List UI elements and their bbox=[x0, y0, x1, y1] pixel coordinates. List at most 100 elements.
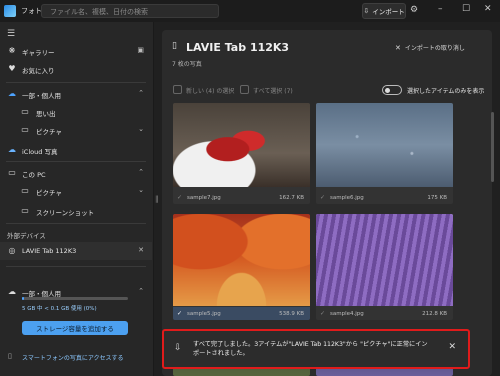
phone-icon: ▯ bbox=[8, 352, 12, 360]
photo-meta: ✓ sample5.jpg 538.9 KB bbox=[173, 307, 310, 320]
gallery-icon: ❋ bbox=[8, 46, 16, 55]
show-selected-toggle[interactable] bbox=[382, 85, 402, 95]
sidebar-item-label: ギャラリー bbox=[22, 49, 55, 57]
photo-thumbnail bbox=[316, 214, 453, 306]
folder-icon: ▭ bbox=[21, 186, 29, 195]
chevron-up-icon[interactable]: ⌃ bbox=[138, 168, 144, 176]
select-all-label: すべて選択 (7) bbox=[253, 88, 293, 95]
photo-card[interactable]: ✓ sample5.jpg 538.9 KB bbox=[173, 214, 310, 320]
storage-usage-text: 5 GB 中 < 0.1 GB 使用 (0%) bbox=[22, 306, 97, 312]
folder-icon: ▭ bbox=[21, 206, 29, 215]
photo-card[interactable]: ✓ sample7.jpg 162.7 KB bbox=[173, 103, 310, 204]
sidebar-item-label: スクリーンショット bbox=[36, 209, 95, 217]
sidebar-item-label: ピクチャ bbox=[36, 128, 62, 136]
sidebar-item-pictures-pc[interactable]: ▭ ピクチャ ⌄ bbox=[0, 182, 152, 200]
resize-handle[interactable]: ‖ bbox=[155, 195, 159, 203]
close-icon[interactable]: ✕ bbox=[448, 342, 456, 352]
import-icon: ⇩ bbox=[363, 7, 370, 15]
import-label: インポート bbox=[372, 8, 405, 16]
heart-icon: ♥ bbox=[8, 64, 16, 73]
eject-close-icon[interactable]: ✕ bbox=[138, 246, 144, 254]
title-bar: フォト ファイル名、複模、日付の検索 ⇩ インポート ⚙ – ☐ ✕ bbox=[0, 0, 500, 22]
checkmark-icon[interactable]: ✓ bbox=[320, 310, 325, 317]
select-all-checkbox[interactable] bbox=[240, 85, 249, 94]
maximize-icon[interactable]: ☐ bbox=[462, 4, 470, 14]
photo-card[interactable]: ✓ sample4.jpg 212.8 KB bbox=[316, 214, 453, 320]
sidebar-item-device[interactable]: ◎ LAVIE Tab 112K3 ✕ bbox=[0, 242, 152, 260]
cloud-icon: ☁ bbox=[8, 89, 16, 98]
chevron-down-icon[interactable]: ⌄ bbox=[138, 186, 144, 194]
import-button[interactable]: ⇩ インポート bbox=[362, 3, 406, 19]
icloud-icon: ☁ bbox=[8, 145, 16, 154]
sidebar-item-icloud[interactable]: ☁ iCloud 写真 bbox=[0, 141, 152, 159]
scrollbar[interactable] bbox=[491, 112, 494, 182]
sidebar-item-pictures-cloud[interactable]: ▭ ピクチャ ⌄ bbox=[0, 121, 152, 139]
camera-device-icon: ◎ bbox=[8, 246, 16, 255]
close-window-icon[interactable]: ✕ bbox=[484, 4, 492, 14]
search-placeholder: ファイル名、複模、日付の検索 bbox=[50, 8, 148, 16]
sidebar-item-this-pc[interactable]: ▭ この PC ⌃ bbox=[0, 164, 152, 182]
sidebar-item-label: この PC bbox=[22, 171, 46, 179]
photo-size: 175 KB bbox=[427, 195, 447, 201]
sidebar-item-memories[interactable]: ▭ 思い出 bbox=[0, 103, 152, 121]
sidebar-item-screenshots[interactable]: ▭ スクリーンショット bbox=[0, 202, 152, 220]
sidebar-item-gallery[interactable]: ❋ ギャラリー ▣ bbox=[0, 42, 152, 60]
computer-icon: ▭ bbox=[8, 168, 16, 177]
toast-message: すべて完了しました。3アイテムが"LAVIE Tab 112K3"から "ピクチ… bbox=[193, 341, 428, 357]
sidebar-item-label: お気に入り bbox=[22, 67, 55, 75]
divider bbox=[6, 82, 146, 83]
chevron-down-icon[interactable]: ⌄ bbox=[138, 125, 144, 133]
photo-size: 212.8 KB bbox=[422, 311, 447, 317]
photo-thumbnail bbox=[316, 103, 453, 187]
storage-progress-bar bbox=[22, 297, 128, 300]
select-new-checkbox[interactable] bbox=[173, 85, 182, 94]
chevron-up-icon[interactable]: ⌃ bbox=[138, 89, 144, 97]
sidebar-item-label: 一部・個人用 bbox=[22, 92, 61, 100]
add-folder-icon[interactable]: ▣ bbox=[137, 46, 144, 54]
checkmark-icon[interactable]: ✓ bbox=[320, 194, 325, 201]
photo-meta: ✓ sample7.jpg 162.7 KB bbox=[173, 191, 310, 204]
sidebar-item-label: iCloud 写真 bbox=[22, 148, 58, 156]
select-new-label: 新しい (4) の選択 bbox=[186, 88, 235, 95]
cloud-icon: ☁ bbox=[8, 287, 16, 296]
photo-meta: ✓ sample4.jpg 212.8 KB bbox=[316, 307, 453, 320]
storage-progress-fill bbox=[22, 297, 25, 300]
minimize-icon[interactable]: – bbox=[438, 4, 443, 14]
import-success-icon: ⇩ bbox=[174, 343, 182, 353]
photo-filename: sample6.jpg bbox=[330, 195, 364, 201]
import-complete-toast: ⇩ すべて完了しました。3アイテムが"LAVIE Tab 112K3"から "ピ… bbox=[162, 329, 470, 369]
sidebar-item-label: 思い出 bbox=[36, 110, 56, 118]
cancel-import-button[interactable]: ✕ インポートの取り消し bbox=[395, 43, 465, 52]
device-icon: ▯ bbox=[172, 41, 177, 51]
hamburger-menu-icon[interactable]: ☰ bbox=[7, 29, 15, 39]
photo-card[interactable]: ✓ sample6.jpg 175 KB bbox=[316, 103, 453, 204]
divider bbox=[6, 223, 146, 224]
photo-meta: ✓ sample6.jpg 175 KB bbox=[316, 191, 453, 204]
chevron-up-icon[interactable]: ⌃ bbox=[138, 287, 144, 295]
checkmark-icon[interactable]: ✓ bbox=[177, 194, 182, 201]
device-title: LAVIE Tab 112K3 bbox=[186, 41, 290, 54]
photos-app-icon bbox=[4, 5, 16, 17]
checkmark-icon[interactable]: ✓ bbox=[177, 310, 182, 317]
settings-gear-icon[interactable]: ⚙ bbox=[410, 5, 418, 15]
photo-thumbnail bbox=[173, 103, 310, 187]
photo-filename: sample7.jpg bbox=[187, 195, 221, 201]
add-storage-label: ストレージ容量を追加する bbox=[36, 325, 114, 333]
sidebar-item-label: ピクチャ bbox=[36, 189, 62, 197]
sidebar-item-favorites[interactable]: ♥ お気に入り bbox=[0, 60, 152, 78]
phone-access-link[interactable]: スマートフォンの写真にアクセスする bbox=[22, 353, 124, 362]
app-title: フォト bbox=[21, 7, 42, 15]
memories-icon: ▭ bbox=[21, 107, 29, 116]
external-devices-heading: 外部デバイス bbox=[7, 232, 46, 240]
photo-filename: sample4.jpg bbox=[330, 311, 364, 317]
photo-count: 7 枚の写真 bbox=[172, 61, 202, 68]
add-storage-button[interactable]: ストレージ容量を追加する bbox=[22, 321, 128, 335]
folder-icon: ▭ bbox=[21, 125, 29, 134]
divider bbox=[6, 266, 146, 267]
sidebar-item-onedrive[interactable]: ☁ 一部・個人用 ⌃ bbox=[0, 85, 152, 103]
toggle-knob bbox=[385, 88, 390, 93]
search-input[interactable]: ファイル名、複模、日付の検索 bbox=[41, 4, 219, 18]
photo-thumbnail bbox=[173, 214, 310, 306]
photo-filename: sample5.jpg bbox=[187, 311, 221, 317]
close-icon: ✕ bbox=[395, 44, 401, 52]
